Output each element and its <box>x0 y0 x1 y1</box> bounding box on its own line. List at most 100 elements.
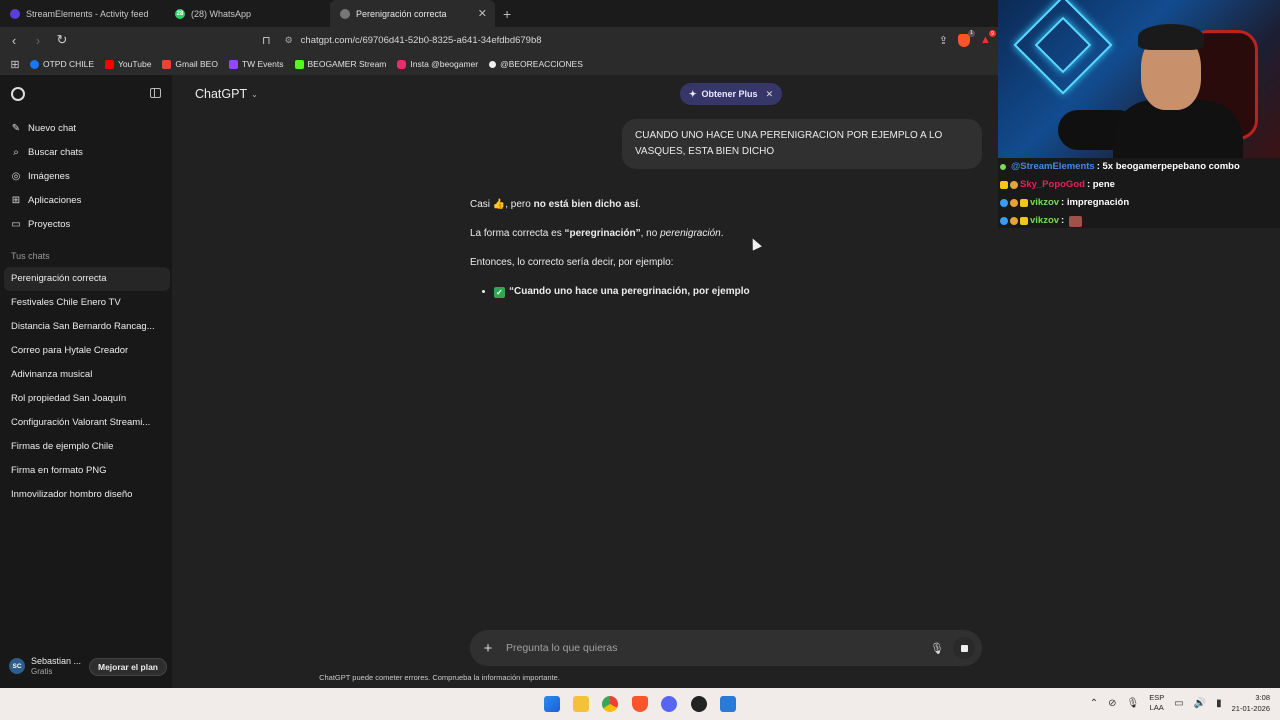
windows-start-icon[interactable] <box>544 696 560 712</box>
bookmark-beogamer-stream[interactable]: BEOGAMER Stream <box>294 59 386 69</box>
notepad-icon[interactable] <box>720 696 736 712</box>
images-button[interactable]: ◎ Imágenes <box>11 171 70 182</box>
system-tray: ⌃ ⊘ 🎙 ESP LAA ▭ 🔊 ▮ 3:08 21-01-2026 <box>1090 692 1270 714</box>
projects-button[interactable]: ▭ Proyectos <box>11 219 70 230</box>
stream-chat-line: @StreamElements : 5x beogamerpepebano co… <box>998 158 1280 176</box>
chat-item[interactable]: Firmas de ejemplo Chile <box>4 435 170 459</box>
bookmark-youtube[interactable]: YouTube <box>105 59 151 69</box>
answer-paragraph: La forma correcta es “peregrinación”, no… <box>470 228 724 239</box>
crown-badge-icon <box>1020 217 1028 225</box>
search-chats-button[interactable]: ⌕ Buscar chats <box>11 147 83 158</box>
brave-rewards-icon[interactable]: ▲ 9 <box>980 30 996 46</box>
chat-item[interactable]: Distancia San Bernardo Rancag... <box>4 315 170 339</box>
facebook-icon <box>30 59 39 69</box>
list-item: ✓“Cuando uno hace una peregrinación, por… <box>494 284 970 300</box>
display-icon[interactable]: ▭ <box>1174 698 1183 709</box>
url-field[interactable]: ⚙ chatgpt.com/c/69706d41-52b0-8325-a641-… <box>285 35 542 46</box>
get-plus-button[interactable]: ✦ Obtener Plus ✕ <box>680 83 783 105</box>
upgrade-plan-button[interactable]: Mejorar el plan <box>89 658 167 676</box>
bookmark-tiktok[interactable]: @BEOREACCIONES <box>489 59 583 69</box>
new-chat-button[interactable]: ✎ Nuevo chat <box>11 123 76 134</box>
chat-item[interactable]: Perenigración correcta <box>4 267 170 291</box>
tab-title: Perenigración correcta <box>356 8 447 19</box>
tab-streamelements[interactable]: StreamElements - Activity feed <box>0 0 165 27</box>
chat-item[interactable]: Configuración Valorant Streami... <box>4 411 170 435</box>
battery-icon[interactable]: ▮ <box>1216 698 1222 709</box>
stream-chat-line: vikzov : impregnación <box>998 194 1280 212</box>
chrome-icon[interactable] <box>602 696 618 712</box>
rewards-badge: 9 <box>989 30 996 37</box>
reload-button[interactable]: ↻ <box>52 32 72 48</box>
chats-section-title: Tus chats <box>11 251 50 261</box>
twitch-icon <box>228 59 238 69</box>
file-explorer-icon[interactable] <box>573 696 589 712</box>
user-name: Sebastian ... <box>31 656 82 666</box>
chevron-down-icon: ⌄ <box>251 89 258 99</box>
chatgpt-icon <box>340 8 350 19</box>
emote-icon <box>1069 215 1083 227</box>
brave-shields-icon[interactable]: 1 <box>958 29 975 47</box>
chat-item[interactable]: Inmovilizador hombro diseño <box>4 483 170 507</box>
whatsapp-icon: 28 <box>175 8 185 19</box>
tab-chatgpt[interactable]: Perenigración correcta ✕ <box>330 0 495 27</box>
answer-paragraph: Entonces, lo correcto sería decir, por e… <box>470 257 674 268</box>
edit-icon: ✎ <box>11 123 21 134</box>
openai-logo-icon[interactable] <box>11 87 25 101</box>
chat-item[interactable]: Correo para Hytale Creador <box>4 339 170 363</box>
tab-whatsapp[interactable]: 28 (28) WhatsApp <box>165 0 330 27</box>
answer-list: ✓“Cuando uno hace una peregrinación, por… <box>470 284 970 300</box>
shields-badge: 1 <box>968 29 975 37</box>
sidebar-toggle-icon[interactable] <box>150 88 161 98</box>
new-tab-button[interactable]: + <box>503 6 511 22</box>
obs-icon[interactable] <box>691 696 707 712</box>
close-icon[interactable]: ✕ <box>766 89 774 100</box>
streamelements-icon <box>10 8 20 19</box>
bookmark-otpd[interactable]: OTPD CHILE <box>30 59 94 69</box>
composer[interactable]: + Pregunta lo que quieras 🎙 <box>470 630 982 666</box>
discord-icon[interactable] <box>661 696 677 712</box>
share-icon[interactable]: ⇪ <box>939 34 948 47</box>
youtube-icon <box>105 59 115 69</box>
instagram-icon <box>397 59 407 69</box>
brave-icon[interactable] <box>632 696 648 712</box>
clock[interactable]: 3:08 21-01-2026 <box>1232 692 1270 714</box>
folder-icon: ▭ <box>11 219 21 230</box>
bookmark-icon[interactable]: ⊓ <box>262 34 271 47</box>
chat-item[interactable]: Firma en formato PNG <box>4 459 170 483</box>
chat-item[interactable]: Adivinanza musical <box>4 363 170 387</box>
apps-icon: ⊞ <box>11 195 21 206</box>
chevron-up-icon[interactable]: ⌃ <box>1090 698 1098 709</box>
answer-paragraph: Casi 👍, pero no está bien dicho así. <box>470 199 641 210</box>
network-off-icon[interactable]: ⊘ <box>1108 698 1116 709</box>
bookmark-tw-events[interactable]: TW Events <box>228 59 284 69</box>
prompt-input[interactable]: Pregunta lo que quieras <box>506 642 927 654</box>
verified-icon <box>1000 164 1006 170</box>
crown-badge-icon <box>1020 199 1028 207</box>
stop-icon <box>960 644 968 652</box>
windows-taskbar: ⌃ ⊘ 🎙 ESP LAA ▭ 🔊 ▮ 3:08 21-01-2026 <box>0 688 1280 720</box>
chat-item[interactable]: Rol propiedad San Joaquín <box>4 387 170 411</box>
model-selector[interactable]: ChatGPT ⌄ <box>195 87 258 101</box>
site-info-icon[interactable]: ⚙ <box>285 35 293 46</box>
disclaimer: ChatGPT puede cometer errores. Comprueba… <box>319 673 560 682</box>
stop-button[interactable] <box>953 637 975 659</box>
microphone-icon[interactable]: 🎙 <box>927 642 947 655</box>
search-icon: ⌕ <box>13 147 19 158</box>
streamer-hair <box>1138 24 1204 50</box>
microphone-icon[interactable]: 🎙 <box>1126 698 1139 709</box>
volume-icon[interactable]: 🔊 <box>1194 698 1206 709</box>
forward-button[interactable]: › <box>28 33 48 48</box>
apps-grid-icon[interactable]: ⊞ <box>0 58 30 71</box>
input-language[interactable]: ESP LAA <box>1149 693 1164 713</box>
back-button[interactable]: ‹ <box>4 33 24 48</box>
close-tab-icon[interactable]: ✕ <box>478 7 487 20</box>
bookmark-instagram[interactable]: Insta @beogamer <box>397 59 478 69</box>
chat-item[interactable]: Festivales Chile Enero TV <box>4 291 170 315</box>
tab-title: (28) WhatsApp <box>191 8 252 19</box>
user-profile[interactable]: SC Sebastian ... Gratis <box>9 655 81 677</box>
apps-button[interactable]: ⊞ Aplicaciones <box>11 195 82 206</box>
bookmark-gmail[interactable]: Gmail BEO <box>162 59 218 69</box>
bookmarks-bar: ⊞ OTPD CHILE YouTube Gmail BEO TW Events… <box>0 53 998 75</box>
assistant-message: Casi 👍, pero no está bien dicho así. La … <box>470 197 970 300</box>
add-attachment-icon[interactable]: + <box>470 640 506 657</box>
